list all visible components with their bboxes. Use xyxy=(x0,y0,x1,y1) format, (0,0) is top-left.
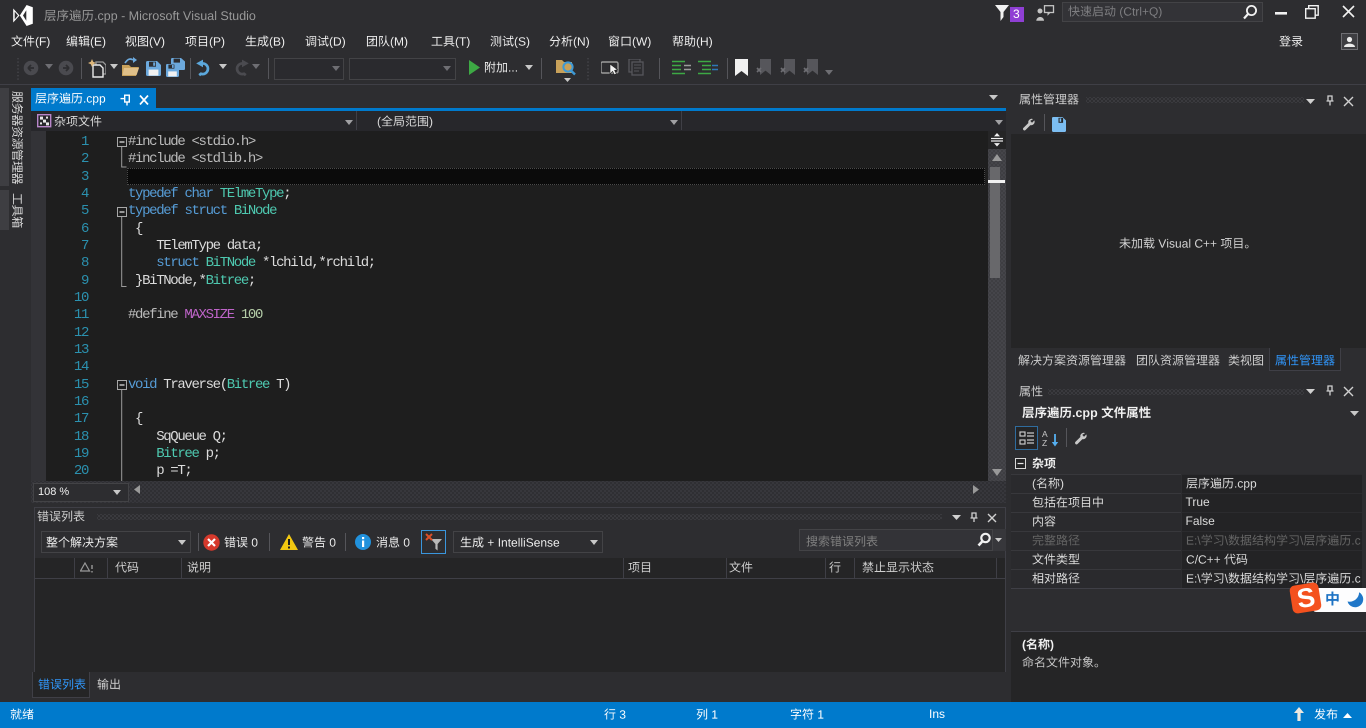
svg-text:Z: Z xyxy=(1042,438,1047,448)
